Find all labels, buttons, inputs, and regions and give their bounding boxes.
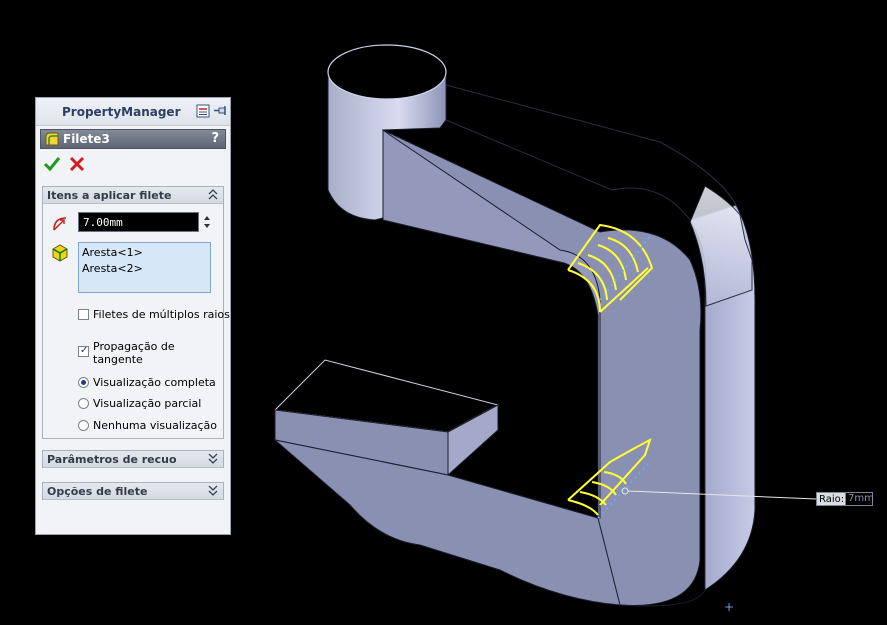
setback-parameters-group[interactable]: Parâmetros de recuo <box>42 450 224 468</box>
fillet-items-group: Itens a aplicar filete 7.00mm Aresta<1> … <box>42 186 230 439</box>
radius-icon <box>53 217 67 231</box>
radius-spinner[interactable] <box>201 212 213 232</box>
property-manager-panel: PropertyManager Filete3 ? Itens a aplica… <box>35 97 231 535</box>
tangent-label-line2: tangente <box>93 353 143 366</box>
list-item[interactable]: Aresta<1> <box>82 245 207 261</box>
cancel-button[interactable] <box>68 156 86 172</box>
radius-input[interactable]: 7.00mm <box>78 212 199 232</box>
radius-callout-label: Raio: <box>816 492 848 506</box>
partial-preview-label: Visualização parcial <box>93 397 202 410</box>
setback-group-title: Parâmetros de recuo <box>47 453 177 466</box>
expand-panel-icon[interactable] <box>196 104 210 118</box>
setback-group-header[interactable]: Parâmetros de recuo <box>43 451 223 468</box>
fillet-options-group[interactable]: Opções de filete <box>42 482 224 500</box>
radius-callout-value[interactable]: 7mm <box>845 492 874 506</box>
pin-icon[interactable] <box>213 104 227 118</box>
expand-icon[interactable] <box>207 452 219 465</box>
radio-circle[interactable] <box>78 420 89 431</box>
property-manager-header: PropertyManager <box>36 98 230 126</box>
checkbox-box[interactable]: ✓ <box>78 345 89 357</box>
graphics-viewport[interactable] <box>240 0 887 625</box>
feature-name: Filete3 <box>63 132 110 146</box>
ok-button[interactable] <box>43 156 61 172</box>
fillet-items-group-header[interactable]: Itens a aplicar filete <box>43 187 223 204</box>
help-button[interactable]: ? <box>211 131 219 146</box>
edges-selection-icon <box>52 244 68 262</box>
checkbox-box[interactable] <box>78 309 89 320</box>
c-clamp-part[interactable] <box>273 44 756 607</box>
radio-selected-dot <box>81 380 86 385</box>
collapse-icon[interactable] <box>207 188 219 201</box>
fillet-feature-icon <box>45 132 59 146</box>
feature-title-bar: Filete3 ? <box>40 129 226 149</box>
full-preview-label: Visualização completa <box>93 376 216 389</box>
property-manager-title: PropertyManager <box>62 105 181 119</box>
multi-radius-label: Filetes de múltiplos raios <box>93 308 230 321</box>
fillet-options-group-header[interactable]: Opções de filete <box>43 483 223 500</box>
tangent-label-line1: Propagação de <box>93 340 175 353</box>
fillet-options-group-title: Opções de filete <box>47 485 148 498</box>
radio-circle[interactable] <box>78 398 89 409</box>
fillet-items-group-title: Itens a aplicar filete <box>47 189 172 202</box>
crosshair-cursor-icon: + <box>724 600 735 614</box>
expand-icon[interactable] <box>207 484 219 497</box>
no-preview-label: Nenhuma visualização <box>93 419 218 432</box>
list-item[interactable]: Aresta<2> <box>82 261 207 277</box>
check-icon: ✓ <box>80 345 89 356</box>
radio-circle[interactable] <box>78 377 89 388</box>
edges-selection-list[interactable]: Aresta<1> Aresta<2> <box>78 242 211 293</box>
